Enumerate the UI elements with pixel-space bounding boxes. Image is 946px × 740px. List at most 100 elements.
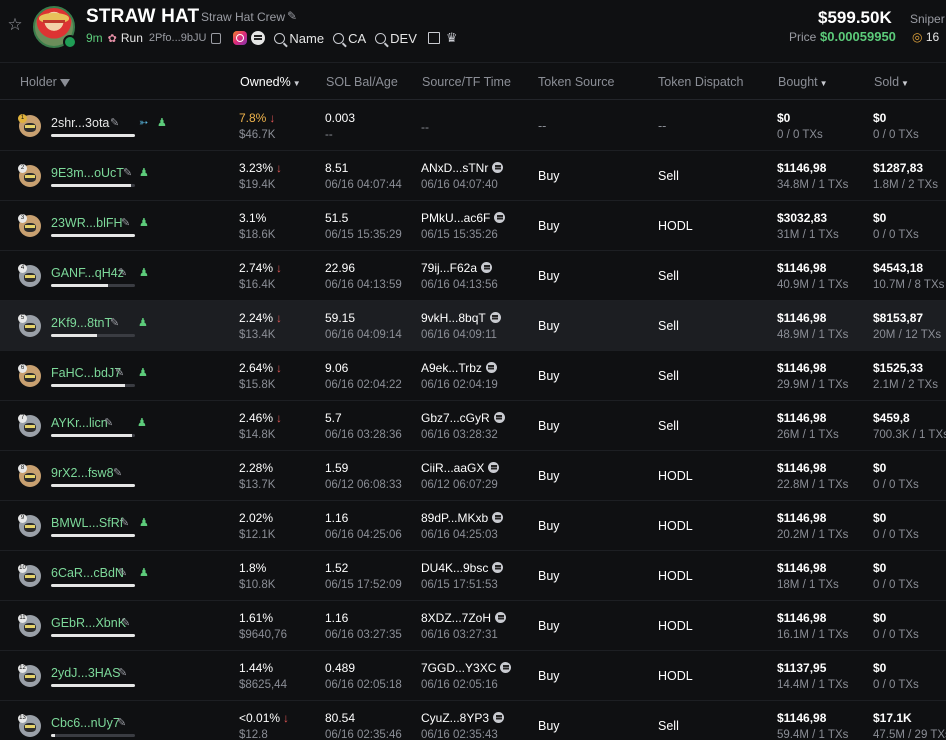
edit-icon[interactable]: ✎ <box>118 566 127 579</box>
holder-address[interactable]: 2shr...3ota <box>51 116 109 130</box>
sol-age: 06/16 03:28:36 <box>325 429 402 441</box>
column-token-dispatch[interactable]: Token Dispatch <box>658 75 743 89</box>
holder-address[interactable]: FaHC...bdJ7 <box>51 366 121 380</box>
table-row[interactable]: 4 GANF...qH4z ✎ ♟ 2.74% ↓ $16.4K 22.96 06… <box>0 251 946 301</box>
edit-icon[interactable]: ✎ <box>121 216 130 229</box>
sold-usd: $0 <box>873 661 887 675</box>
token-source: Buy <box>538 269 560 283</box>
column-owned[interactable]: Owned% ▼ <box>240 75 301 89</box>
holder-address[interactable]: 6CaR...cBdN <box>51 566 124 580</box>
funding-source[interactable]: Gbz7...cGyR <box>421 411 505 425</box>
holder-address[interactable]: AYKr...licn <box>51 416 108 430</box>
edit-icon[interactable]: ✎ <box>287 9 297 23</box>
funding-source-address: 89dP...MKxb <box>421 511 489 525</box>
owned-percent: 1.44% <box>239 661 273 675</box>
column-sol[interactable]: SOL Bal/Age <box>326 75 398 89</box>
rank-badge: 10 <box>18 564 27 573</box>
edit-icon[interactable]: ✎ <box>121 616 130 629</box>
funding-source[interactable]: 89dP...MKxb <box>421 511 504 525</box>
owned-usd: $8625,44 <box>239 679 287 691</box>
funding-source[interactable]: ANxD...sTNr <box>421 161 504 175</box>
funding-source[interactable]: DU4K...9bsc <box>421 561 504 575</box>
table-row[interactable]: 5 2Kf9...8tnT ✎ ♟ 2.24% ↓ $13.4K 59.15 06… <box>0 301 946 351</box>
instagram-icon[interactable] <box>233 31 248 45</box>
edit-icon[interactable]: ✎ <box>113 466 122 479</box>
edit-icon[interactable]: ✎ <box>123 166 132 179</box>
copy-icon[interactable] <box>211 32 222 44</box>
table-row[interactable]: 6 FaHC...bdJ7 ✎ ♟ 2.64% ↓ $15.8K 9.06 06/… <box>0 351 946 401</box>
holder-address[interactable]: 2ydJ...3HAS <box>51 666 120 680</box>
holder-address[interactable]: 9rX2...fsw8 <box>51 466 114 480</box>
sold-usd: $0 <box>873 111 887 125</box>
funding-source[interactable]: CyuZ...8YP3 <box>421 711 505 725</box>
edit-icon[interactable]: ✎ <box>118 266 127 279</box>
edit-icon[interactable]: ✎ <box>115 366 124 379</box>
funding-source[interactable]: PMkU...ac6F <box>421 211 506 225</box>
sold-usd: $4543,18 <box>873 261 924 275</box>
holder-address[interactable]: 9E3m...oUcT <box>51 166 124 180</box>
funding-source[interactable]: A9ek...Trbz <box>421 361 497 375</box>
holder-address[interactable]: GANF...qH4z <box>51 266 124 280</box>
table-row[interactable]: 1 2shr...3ota ✎ ♟ 7.8% ↓ $46.7K 0.003 -- … <box>0 101 946 151</box>
holder-address[interactable]: GEbR...XbnK <box>51 616 126 630</box>
owned-usd: $9640,76 <box>239 629 287 641</box>
column-source[interactable]: Source/TF Time <box>422 75 511 89</box>
table-row[interactable]: 7 AYKr...licn ✎ ♟ 2.46% ↓ $14.8K 5.7 06/1… <box>0 401 946 451</box>
search-name-button[interactable]: Name <box>274 31 324 46</box>
sol-balance: 59.15 <box>325 311 356 325</box>
holder-address[interactable]: BMWL...SfRf <box>51 516 123 530</box>
table-row[interactable]: 2 9E3m...oUcT ✎ ♟ 3.23% ↓ $19.4K 8.51 06/… <box>0 151 946 201</box>
column-holder[interactable]: Holder <box>20 75 70 89</box>
edit-icon[interactable]: ✎ <box>104 416 113 429</box>
bought-usd: $1146,98 <box>777 361 827 375</box>
filter-icon[interactable] <box>59 78 70 87</box>
coin-icon <box>492 162 504 173</box>
table-row[interactable]: 12 2ydJ...3HAS ✎ 1.44% $8625,44 0.489 06… <box>0 651 946 701</box>
edit-icon[interactable]: ✎ <box>118 666 127 679</box>
funding-time: 06/16 02:05:16 <box>421 679 498 691</box>
table-row[interactable]: 3 23WR...blFH ✎ ♟ 3.1% $18.6K 51.5 06/15… <box>0 201 946 251</box>
person-icon: ♟ <box>138 367 148 379</box>
share-icon[interactable] <box>427 32 440 44</box>
owned-usd: $13.4K <box>239 329 276 341</box>
table-row[interactable]: 13 Cbc6...nUy7 ✎ <0.01% ↓ $12.8 80.54 06/… <box>0 701 946 740</box>
funding-time: 06/16 04:13:56 <box>421 279 498 291</box>
column-bought[interactable]: Bought ▼ <box>778 75 828 89</box>
coin-icon[interactable] <box>251 31 266 45</box>
owned-percent: 2.28% <box>239 461 273 475</box>
token-dispatch: HODL <box>658 219 693 233</box>
holder-address[interactable]: 2Kf9...8tnT <box>51 316 112 330</box>
fish-icon: ➳ <box>139 117 149 129</box>
table-row[interactable]: 9 BMWL...SfRf ✎ ♟ 2.02% $12.1K 1.16 06/1… <box>0 501 946 551</box>
column-token-source[interactable]: Token Source <box>538 75 614 89</box>
holder-address[interactable]: Cbc6...nUy7 <box>51 716 120 730</box>
funding-source[interactable]: 79ij...F62a <box>421 261 493 275</box>
holding-progress-bar <box>51 584 135 587</box>
edit-icon[interactable]: ✎ <box>120 516 129 529</box>
table-row[interactable]: 10 6CaR...cBdN ✎ ♟ 1.8% $10.8K 1.52 06/1… <box>0 551 946 601</box>
star-icon[interactable]: ☆ <box>6 16 24 34</box>
crown-icon[interactable]: ♛ <box>446 30 458 46</box>
funding-source[interactable]: 7GGD...Y3XC <box>421 661 512 675</box>
edit-icon[interactable]: ✎ <box>110 116 119 129</box>
edit-icon[interactable]: ✎ <box>110 316 119 329</box>
holder-address[interactable]: 23WR...blFH <box>51 216 123 230</box>
funding-source[interactable]: -- <box>421 120 429 134</box>
person-icon: ♟ <box>157 117 167 129</box>
funding-source[interactable]: CiiR...aaGX <box>421 461 500 475</box>
price-label: Price <box>789 30 817 44</box>
funding-source[interactable]: 9vkH...8bqT <box>421 311 501 325</box>
search-icon <box>274 32 286 44</box>
sold-amount: 0 / 0 TXs <box>873 579 919 591</box>
column-sold[interactable]: Sold ▼ <box>874 75 909 89</box>
table-row[interactable]: 11 GEbR...XbnK ✎ 1.61% $9640,76 1.16 06/… <box>0 601 946 651</box>
edit-icon[interactable]: ✎ <box>117 716 126 729</box>
search-ca-button[interactable]: CA <box>333 31 366 46</box>
arrow-down-icon: ↓ <box>276 261 283 275</box>
funding-time: 06/12 06:07:29 <box>421 479 498 491</box>
table-row[interactable]: 8 9rX2...fsw8 ✎ 2.28% $13.7K 1.59 06/12 … <box>0 451 946 501</box>
funding-source[interactable]: 8XDZ...7ZoH <box>421 611 507 625</box>
bought-amount: 29.9M / 1 TXs <box>777 379 849 391</box>
token-source: -- <box>538 119 547 133</box>
search-dev-button[interactable]: DEV <box>375 31 417 46</box>
